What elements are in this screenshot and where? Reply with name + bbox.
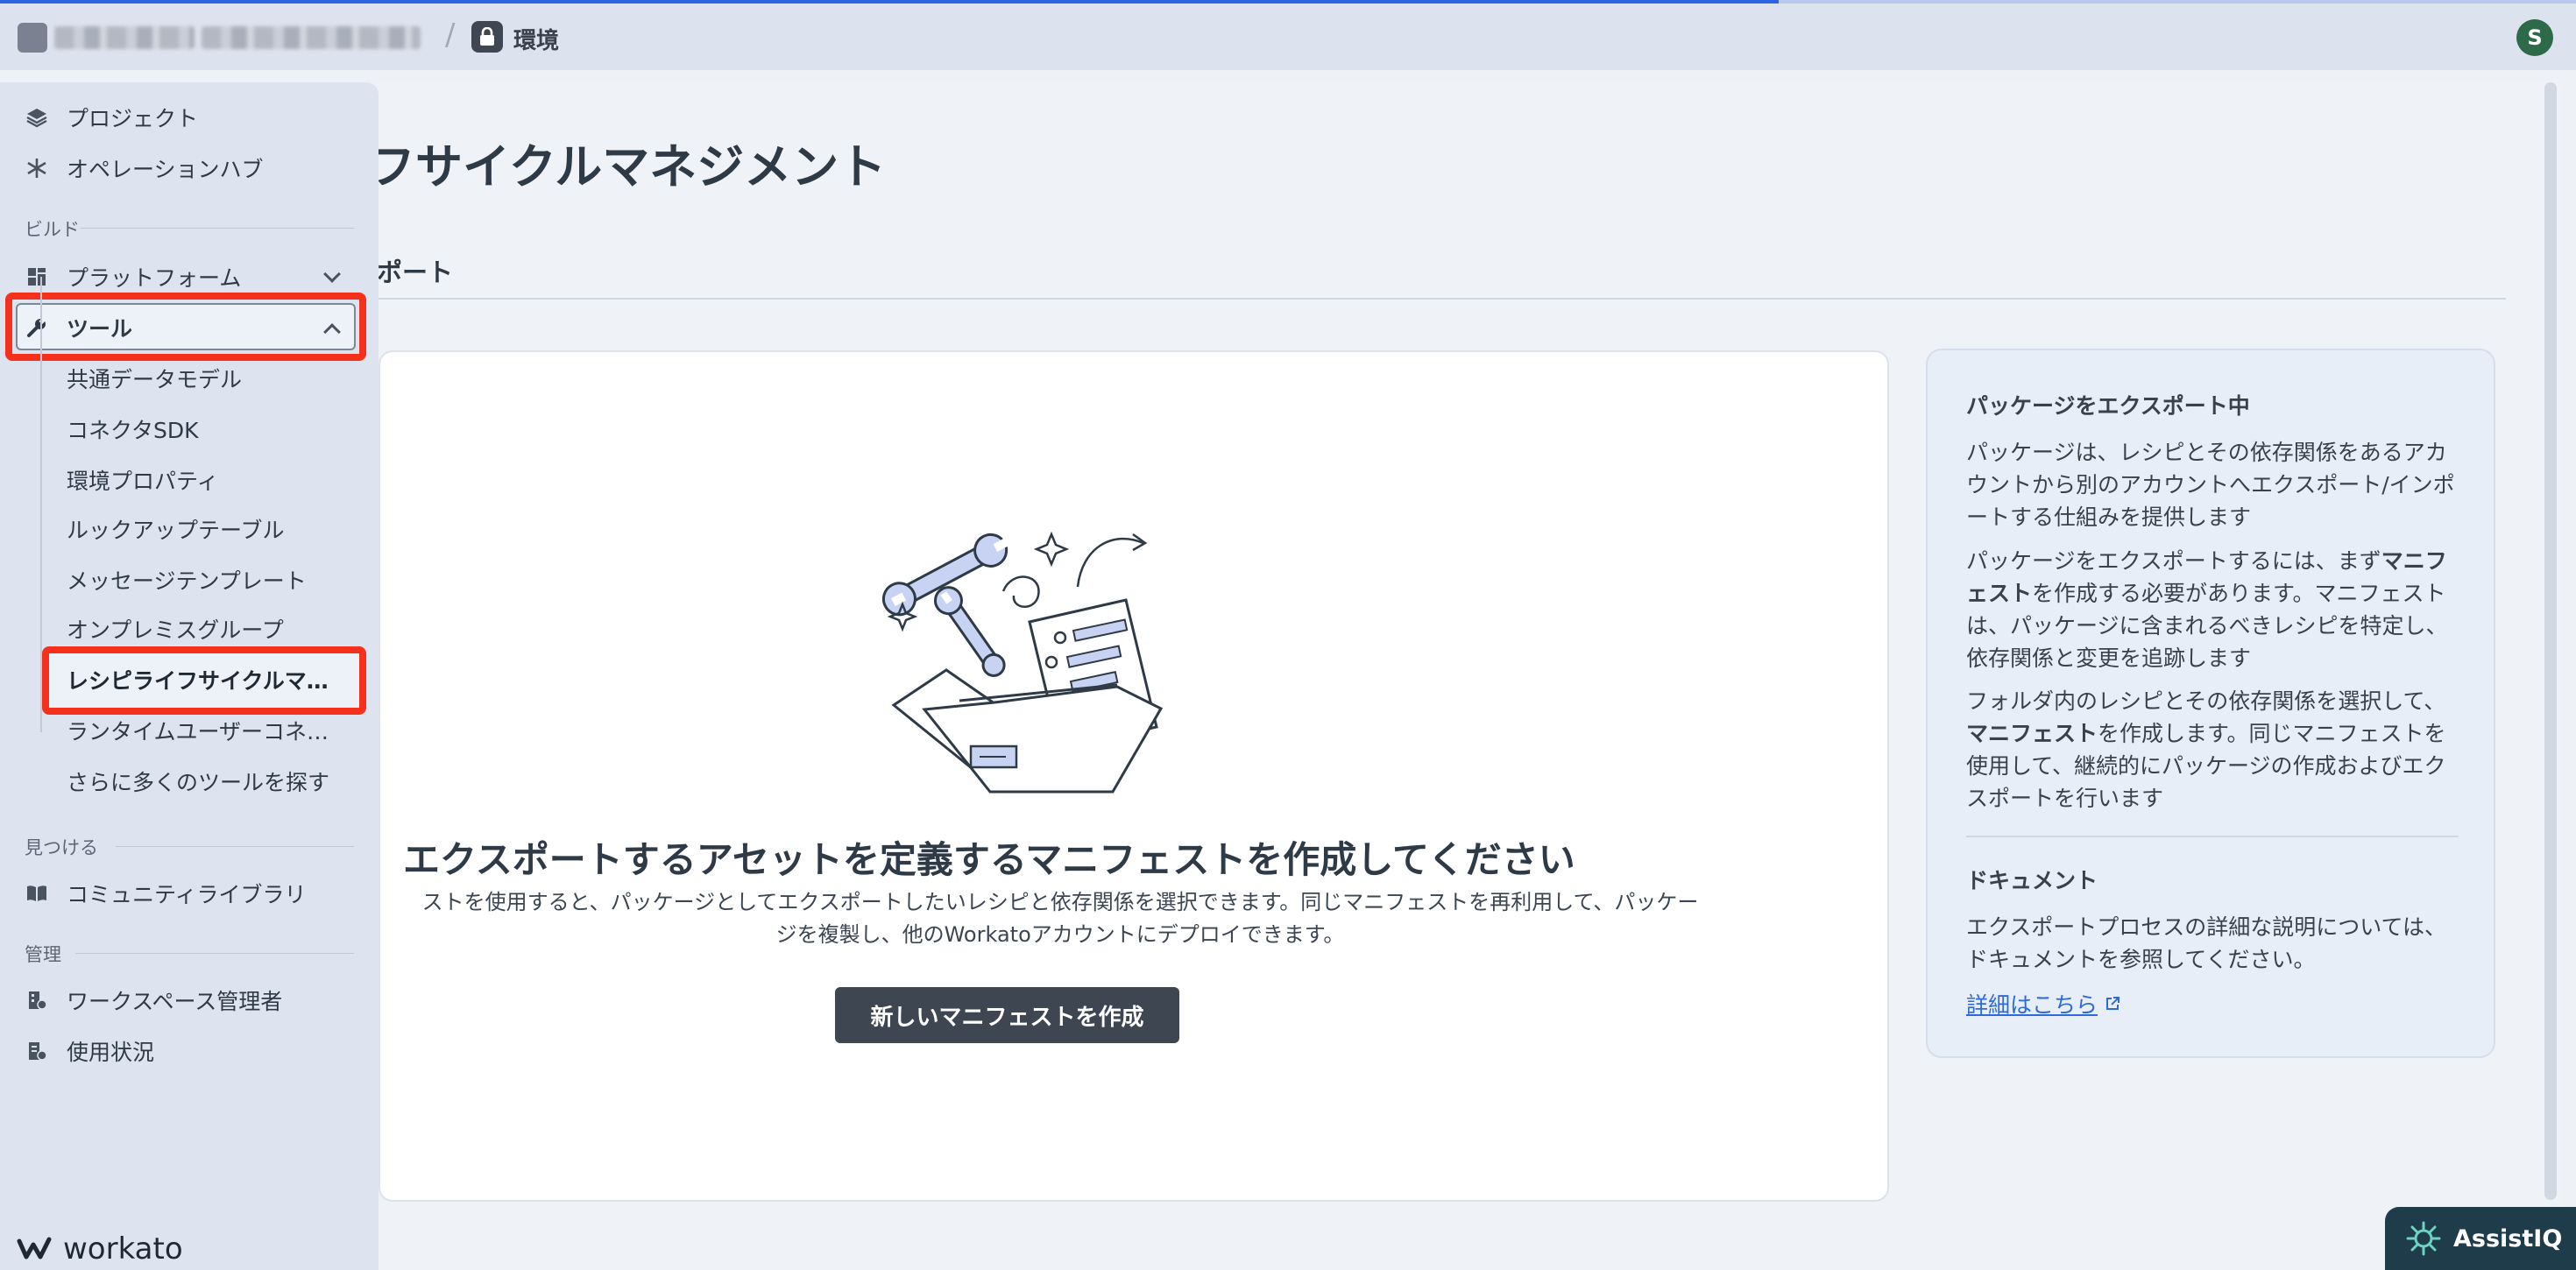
info-paragraph: パッケージは、レシピとその依存関係をあるアカウントから別のアカウントへエクスポー… [1966, 440, 2455, 530]
info-text: を作成する必要があります。マニフェストは、パッケージに含まれるべきレシピを特定し… [1966, 581, 2448, 671]
sidebar-subitem[interactable]: ルックアップテーブル [67, 512, 285, 547]
tab-export[interactable]: ポート [377, 252, 453, 289]
empty-state-title: エクスポートするアセットを定義するマニフェストを作成してください [403, 838, 1575, 881]
info-heading: パッケージをエクスポート中 [1966, 393, 2250, 419]
sidebar-subitem[interactable]: メッセージテンプレート [67, 562, 307, 597]
sidebar-item-label: 使用状況 [67, 1040, 155, 1065]
tools-folder-illustration [881, 531, 1164, 794]
learn-more-link[interactable]: 詳細はこちら [1966, 988, 2120, 1020]
sidebar-item-label: オペレーションハブ [67, 157, 264, 182]
info-text: パッケージをエクスポートするには、まず [1966, 548, 2381, 574]
sidebar-subitem[interactable]: 共通データモデル [67, 361, 242, 396]
building-icon [25, 988, 49, 1012]
doc-text: エクスポートプロセスの詳細な説明については、ドキュメントを参照してください。 [1966, 914, 2447, 972]
create-manifest-button[interactable]: 新しいマニフェストを作成 [835, 987, 1179, 1043]
workato-logo[interactable]: workato [16, 1231, 183, 1266]
lock-icon [471, 21, 503, 53]
section-divider [75, 953, 354, 954]
snowflake-icon [25, 156, 49, 180]
sidebar-subitem[interactable]: ランタイムユーザーコネ… [67, 713, 329, 748]
environment-label[interactable]: 環境 [513, 23, 559, 55]
sidebar-item-label: プラットフォーム [67, 265, 242, 291]
workspace-logo [18, 23, 47, 53]
usage-icon [25, 1039, 49, 1063]
external-link-icon [2105, 991, 2120, 1017]
sidebar-item-community-library[interactable]: コミュニティライブラリ [25, 876, 307, 911]
sidebar-item-usage[interactable]: 使用状況 [25, 1034, 154, 1069]
layers-icon [25, 105, 49, 130]
section-divider [116, 846, 354, 847]
section-divider [81, 228, 354, 229]
info-panel: パッケージをエクスポート中 パッケージは、レシピとその依存関係をあるアカウントか… [1926, 349, 2495, 1058]
sidebar-item-projects[interactable]: プロジェクト [25, 100, 198, 135]
sidebar-subitem[interactable]: オンプレミスグループ [67, 611, 284, 646]
sidebar-subitem[interactable]: さらに多くのツールを探す [67, 764, 329, 799]
page-scrollbar[interactable] [2544, 82, 2557, 1200]
tabs-divider [379, 298, 2506, 300]
learn-more-label[interactable]: 詳細はこちら [1966, 988, 2098, 1020]
info-paragraph: フォルダ内のレシピとその依存関係を選択して、マニフェストを作成します。同じマニフ… [1966, 685, 2466, 815]
sidebar-subitem[interactable]: コネクタSDK [67, 412, 199, 447]
info-divider [1966, 836, 2459, 837]
sidebar-subitem-recipe-lifecycle[interactable]: レシピライフサイクルマ… [67, 662, 329, 697]
sidebar-subitem[interactable]: 環境プロパティ [67, 462, 219, 497]
doc-heading: ドキュメント [1966, 868, 2098, 893]
page-title: フサイクルマネジメント [368, 139, 887, 194]
book-icon [25, 881, 49, 906]
user-avatar[interactable]: S [2516, 19, 2553, 56]
assistiq-label: AssistIQ [2453, 1224, 2563, 1252]
info-text-bold: マニフェスト [1966, 721, 2098, 746]
info-text: フォルダ内のレシピとその依存関係を選択して、 [1966, 688, 2446, 714]
empty-state-description-line: ジを複製し、他のWorkatoアカウントにデプロイできます。 [775, 922, 1345, 947]
section-label-admin: 管理 [25, 944, 61, 965]
empty-state-description: ストを使用すると、パッケージとしてエクスポートしたいレシピと依存関係を選択できま… [377, 886, 1744, 951]
sidebar-item-workspace-admin[interactable]: ワークスペース管理者 [25, 983, 282, 1018]
assistiq-icon [2406, 1221, 2441, 1256]
breadcrumb-separator: / [445, 18, 456, 53]
empty-state-description-line: ストを使用すると、パッケージとしてエクスポートしたいレシピと依存関係を選択できま… [421, 890, 1699, 914]
assistiq-button[interactable]: AssistIQ [2385, 1207, 2576, 1270]
logo-text: workato [63, 1231, 183, 1266]
sidebar-item-label: ワークスペース管理者 [67, 989, 283, 1014]
workspace-switcher[interactable] [18, 19, 429, 56]
wrench-icon [25, 315, 49, 340]
grid-icon [25, 265, 49, 289]
workspace-name-blurred [202, 26, 421, 49]
sidebar-item-platform[interactable]: プラットフォーム [25, 259, 349, 294]
sidebar-item-operations-hub[interactable]: オペレーションハブ [25, 151, 264, 186]
workato-mark-icon [17, 1237, 52, 1259]
workspace-name-blurred [54, 26, 195, 49]
sidebar-item-label: コミュニティライブラリ [67, 882, 307, 907]
info-paragraph: パッケージをエクスポートするには、まずマニフェストを作成する必要があります。マニ… [1966, 545, 2466, 674]
sidebar-item-label: プロジェクト [67, 106, 199, 131]
top-header: / 環境 S [0, 4, 2576, 70]
section-label-discover: 見つける [25, 837, 98, 858]
sidebar-item-label: ツール [67, 316, 133, 342]
section-label-build: ビルド [25, 219, 80, 240]
